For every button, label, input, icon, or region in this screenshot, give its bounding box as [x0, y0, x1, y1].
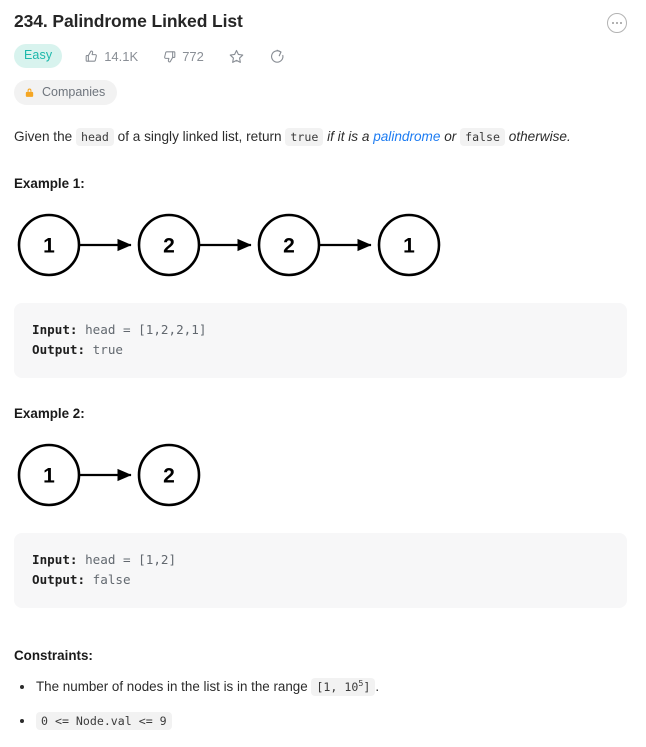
problem-statement: Given the head of a singly linked list, …	[14, 126, 632, 148]
example-1-heading: Example 1:	[14, 176, 85, 191]
meta-row: Easy 14.1K 772	[14, 44, 632, 68]
statement-part-4: or	[440, 129, 461, 144]
dislikes-count: 772	[182, 48, 204, 64]
output-value: false	[85, 572, 131, 587]
likes-count: 14.1K	[104, 48, 139, 64]
node-value: 2	[283, 235, 295, 258]
node-value: 1	[43, 235, 55, 258]
code-true: true	[285, 128, 324, 146]
statement-part-2: of a singly linked list, return	[113, 129, 286, 144]
output-label: Output:	[32, 342, 86, 357]
node-value: 2	[163, 235, 175, 258]
example-1-code: Input: head = [1,2,2,1] Output: true	[14, 303, 627, 378]
problem-description-panel: 234. Palindrome Linked List Easy 14.1K 7…	[0, 0, 646, 731]
constraint-item: The number of nodes in the list is in th…	[14, 677, 632, 697]
favorite-button[interactable]	[228, 48, 245, 65]
linked-list-diagram-2: 1 2	[14, 431, 632, 519]
output-label: Output:	[32, 572, 86, 587]
share-button[interactable]	[269, 48, 286, 65]
node-value: 1	[43, 465, 55, 488]
range-prefix: [1, 10	[316, 680, 359, 694]
thumbs-down-icon	[162, 49, 177, 64]
input-value: head = [1,2,2,1]	[77, 322, 207, 337]
constraints-heading: Constraints:	[14, 648, 93, 663]
node-value: 2	[163, 465, 175, 488]
constraint-1-text: The number of nodes in the list is in th…	[36, 679, 312, 694]
linked-list-diagram-1: 1 2 2 1	[14, 201, 632, 289]
dislikes-button[interactable]: 772	[162, 49, 204, 64]
input-label: Input:	[32, 552, 78, 567]
constraints-list: The number of nodes in the list is in th…	[14, 677, 632, 731]
page-title: 234. Palindrome Linked List	[14, 11, 243, 31]
statement-part-3: if it is a	[323, 129, 374, 144]
thumbs-up-icon	[84, 49, 99, 64]
tag-row: Companies	[14, 80, 632, 105]
constraint-2-code: 0 <= Node.val <= 9	[36, 712, 172, 730]
companies-tag[interactable]: Companies	[14, 80, 118, 105]
ellipsis-dots	[612, 21, 622, 25]
difficulty-badge[interactable]: Easy	[14, 44, 63, 68]
statement-part-5: otherwise.	[505, 129, 571, 144]
constraint-1-code: [1, 105]	[311, 678, 376, 696]
code-false: false	[460, 128, 505, 146]
constraint-item: 0 <= Node.val <= 9	[14, 711, 632, 731]
lock-icon	[24, 86, 35, 99]
example-2-code: Input: head = [1,2] Output: false	[14, 533, 627, 608]
code-head: head	[75, 128, 114, 146]
share-icon	[269, 48, 286, 65]
node-value: 1	[403, 235, 415, 258]
example-2-heading: Example 2:	[14, 406, 85, 421]
input-label: Input:	[32, 322, 78, 337]
companies-tag-label: Companies	[42, 85, 106, 99]
range-suffix: ]	[363, 680, 371, 694]
statement-part-1: Given the	[14, 129, 76, 144]
input-value: head = [1,2]	[77, 552, 177, 567]
title-row: 234. Palindrome Linked List	[14, 0, 632, 34]
star-icon	[228, 48, 245, 65]
likes-button[interactable]: 14.1K	[84, 49, 138, 64]
ellipsis-icon[interactable]	[607, 13, 627, 33]
constraint-1-suffix: .	[375, 679, 380, 694]
output-value: true	[85, 342, 123, 357]
palindrome-link[interactable]: palindrome	[373, 129, 440, 144]
